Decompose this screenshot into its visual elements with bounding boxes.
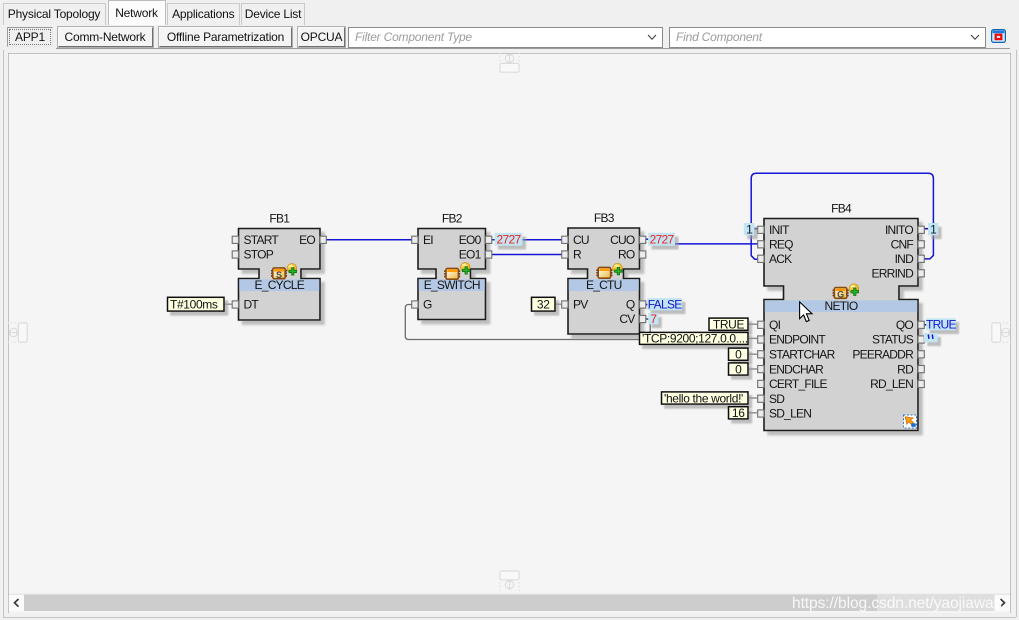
svg-text:EO1: EO1 [459, 247, 482, 261]
svg-text:1: 1 [746, 222, 753, 236]
svg-text:INITO: INITO [885, 223, 913, 237]
svg-text:ENDPOINT: ENDPOINT [769, 332, 826, 346]
svg-text:SD: SD [769, 391, 785, 405]
svg-text:EI: EI [423, 233, 433, 247]
svg-text:G: G [837, 289, 844, 299]
svg-text:16: 16 [732, 406, 745, 420]
svg-text:FB3: FB3 [594, 211, 615, 225]
svg-text:G: G [423, 297, 432, 311]
svg-text:SD_LEN: SD_LEN [769, 406, 811, 420]
svg-text:CU: CU [573, 233, 589, 247]
svg-text:EO: EO [299, 233, 315, 247]
svg-text:ENDCHAR: ENDCHAR [769, 362, 824, 376]
svg-text:QI: QI [769, 318, 781, 332]
svg-text:START: START [244, 233, 280, 247]
svg-text:STOP: STOP [244, 247, 274, 261]
svg-text:7: 7 [650, 311, 657, 325]
svg-text:CNF: CNF [891, 237, 914, 251]
svg-text:FB2: FB2 [442, 211, 463, 225]
svg-text:T#100ms: T#100ms [170, 297, 218, 311]
svg-text:E_SWITCH: E_SWITCH [424, 278, 480, 292]
svg-text:CERT_FILE: CERT_FILE [769, 377, 827, 391]
svg-text:2727: 2727 [497, 232, 522, 246]
svg-text:E_CTU: E_CTU [586, 278, 622, 292]
svg-text:0: 0 [735, 362, 742, 376]
svg-text:'TCP:9200;127.0.0....: 'TCP:9200;127.0.0.... [642, 331, 748, 345]
svg-text:REQ: REQ [769, 237, 793, 251]
svg-text:ERRIND: ERRIND [871, 266, 914, 280]
svg-text:RD_LEN: RD_LEN [870, 377, 913, 391]
svg-text:32: 32 [537, 297, 550, 311]
svg-text:https://blog.csdn.net/yaojiawa: https://blog.csdn.net/yaojiawan [792, 595, 1002, 612]
svg-text:STARTCHAR: STARTCHAR [769, 347, 836, 361]
svg-text:RO: RO [618, 247, 635, 261]
svg-text:ACK: ACK [769, 252, 792, 266]
svg-text:E_CYCLE: E_CYCLE [255, 278, 305, 292]
svg-text:FB4: FB4 [831, 201, 852, 215]
svg-text:2727: 2727 [650, 232, 675, 246]
svg-text:PEERADDR: PEERADDR [852, 347, 914, 361]
svg-text:FB1: FB1 [269, 211, 290, 225]
svg-text:CV: CV [619, 312, 635, 326]
svg-text:R: R [573, 247, 582, 261]
svg-text:IND: IND [895, 252, 915, 266]
svg-text:PV: PV [573, 297, 588, 311]
svg-text:0: 0 [735, 347, 742, 361]
svg-text:RD: RD [897, 362, 914, 376]
svg-text:EO0: EO0 [459, 233, 482, 247]
svg-text:Q: Q [626, 297, 635, 311]
svg-text:FALSE: FALSE [648, 297, 683, 311]
svg-text:TRUE: TRUE [713, 317, 745, 331]
svg-text:CUO: CUO [610, 233, 635, 247]
svg-text:'hello the world!': 'hello the world!' [664, 391, 743, 405]
svg-text:NETIO: NETIO [825, 299, 858, 313]
svg-text:STATUS: STATUS [872, 332, 914, 346]
svg-text:TRUE: TRUE [926, 317, 957, 331]
svg-text:1: 1 [930, 222, 937, 236]
svg-text:QO: QO [896, 318, 914, 332]
svg-text:S: S [276, 269, 282, 279]
svg-text:DT: DT [244, 297, 260, 311]
svg-text:INIT: INIT [769, 223, 790, 237]
